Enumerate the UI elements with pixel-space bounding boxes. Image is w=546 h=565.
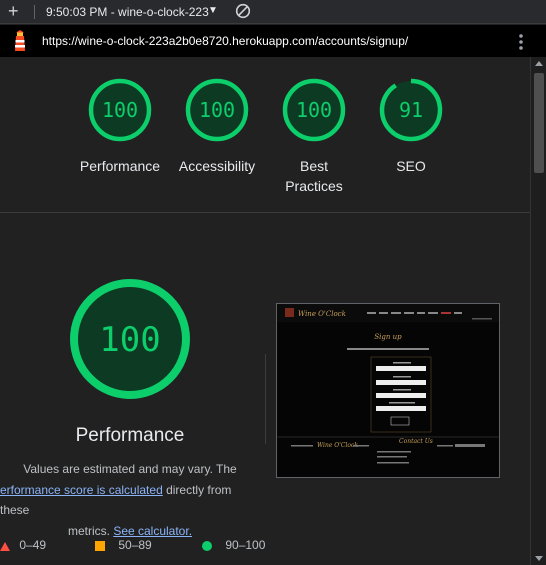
gauge-ring: 100 bbox=[88, 78, 152, 142]
gauge-ring: 91 bbox=[379, 78, 443, 142]
gauge-score: 100 bbox=[102, 98, 138, 122]
gauge-performance[interactable]: 100 Performance bbox=[72, 77, 168, 176]
legend-pass: 90–100 bbox=[202, 538, 265, 552]
screenshot-brand: Wine O'Clock bbox=[298, 310, 346, 318]
toolbar-divider bbox=[34, 5, 35, 19]
fail-triangle-icon bbox=[0, 541, 10, 551]
legend-range: 0–49 bbox=[19, 538, 47, 552]
score-calculated-link[interactable]: erformance score is calculated bbox=[0, 483, 163, 497]
gauge-score: 100 bbox=[296, 98, 332, 122]
performance-gauge-large: 100 bbox=[68, 277, 192, 406]
gauge-label: Best Practices bbox=[285, 158, 343, 194]
screenshot-footer-brand: Wine O'Clock bbox=[317, 442, 358, 449]
gauge-accessibility[interactable]: 100 Accessibility bbox=[169, 77, 265, 176]
report-select[interactable]: 9:50:03 PM - wine-o-clock-223 bbox=[46, 5, 209, 19]
section-divider bbox=[0, 212, 530, 213]
gauge-seo[interactable]: 91 SEO bbox=[363, 77, 459, 176]
gauge-ring: 100 bbox=[282, 78, 346, 142]
scrollbar-thumb[interactable] bbox=[534, 73, 544, 173]
legend-range: 90–100 bbox=[225, 538, 266, 552]
legend-fail: 0–49 bbox=[0, 538, 46, 552]
performance-title: Performance bbox=[75, 425, 185, 446]
page-screenshot[interactable]: Wine O'Clock Sign up Wine O'Clock Contac… bbox=[276, 303, 500, 478]
devtools-toolbar: + 9:50:03 PM - wine-o-clock-223 ▼ bbox=[0, 0, 546, 24]
gauge-label: SEO bbox=[396, 158, 426, 174]
screenshot-heading: Sign up bbox=[374, 333, 402, 341]
lighthouse-icon bbox=[10, 30, 30, 57]
gauge-label: Performance bbox=[79, 158, 161, 174]
pass-circle-icon bbox=[202, 540, 212, 551]
scroll-up-icon[interactable] bbox=[535, 61, 543, 66]
performance-description: Values are estimated and may vary. The e… bbox=[0, 459, 260, 541]
lighthouse-report: 100 Performance 100 Accessibility 100 Be… bbox=[0, 57, 530, 565]
see-calculator-link[interactable]: See calculator. bbox=[113, 524, 192, 538]
gauge-best-practices[interactable]: 100 Best Practices bbox=[266, 77, 362, 196]
average-square-icon bbox=[95, 540, 105, 551]
gauge-score: 100 bbox=[199, 98, 235, 122]
performance-score: 100 bbox=[99, 320, 160, 360]
audited-url-link[interactable]: https://wine-o-clock-223a2b0e8720.heroku… bbox=[42, 34, 408, 48]
column-divider bbox=[265, 354, 266, 444]
gauge-label: Accessibility bbox=[178, 158, 256, 174]
legend-range: 50–89 bbox=[118, 538, 152, 552]
desc-text: Values are estimated and may vary. The bbox=[23, 462, 237, 476]
desc-text: metrics. bbox=[67, 523, 110, 538]
clear-icon[interactable] bbox=[235, 3, 251, 22]
screenshot-contact: Contact Us bbox=[399, 438, 433, 445]
more-options-icon[interactable] bbox=[518, 33, 524, 56]
legend-average: 50–89 bbox=[95, 538, 152, 552]
gauge-ring: 100 bbox=[185, 78, 249, 142]
vertical-scrollbar[interactable] bbox=[530, 57, 546, 565]
add-report-icon[interactable]: + bbox=[8, 2, 19, 20]
scroll-down-icon[interactable] bbox=[535, 556, 543, 561]
chevron-down-icon[interactable]: ▼ bbox=[208, 5, 218, 16]
gauge-score: 91 bbox=[399, 98, 423, 122]
lighthouse-url-bar: https://wine-o-clock-223a2b0e8720.heroku… bbox=[0, 25, 546, 57]
